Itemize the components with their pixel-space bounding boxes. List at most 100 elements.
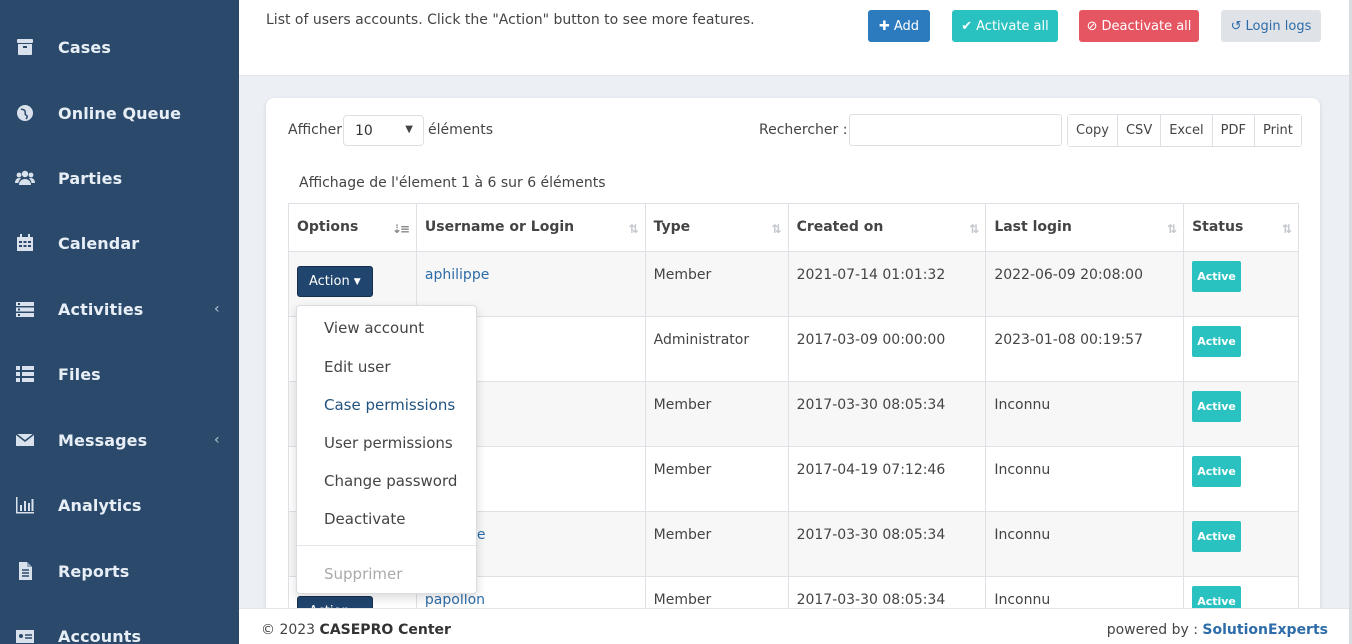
sidebar-item-label: Analytics xyxy=(58,495,142,515)
created-cell: 2017-04-19 07:12:46 xyxy=(787,446,987,512)
sidebar-item-reports[interactable]: Reports xyxy=(0,551,239,591)
status-badge: Active xyxy=(1192,521,1242,552)
chevron-left-icon: ‹ xyxy=(214,301,220,317)
created-cell: 2021-07-14 01:01:32 xyxy=(787,251,987,317)
archive-icon xyxy=(14,36,36,58)
menu-item-change-password[interactable]: Change password xyxy=(324,472,457,490)
sort-icon: ⇅ xyxy=(969,222,979,236)
sort-icon: ⇅ xyxy=(1281,222,1292,236)
chevron-down-icon: ▼ xyxy=(405,124,413,135)
deactivate-all-button[interactable]: ⊘ Deactivate all xyxy=(1079,10,1199,42)
last-login-cell: Inconnu xyxy=(985,381,1185,447)
footer-brand: CASEPRO Center xyxy=(319,622,451,638)
sidebar-item-calendar[interactable]: Calendar xyxy=(0,223,239,263)
tasks-icon xyxy=(14,298,36,320)
activate-all-button[interactable]: ✔ Activate all xyxy=(952,10,1058,42)
sidebar-item-label: Online Queue xyxy=(58,103,182,123)
created-cell: 2017-03-30 08:05:34 xyxy=(787,511,987,577)
status-badge: Active xyxy=(1192,261,1242,292)
history-icon: ↺ xyxy=(1230,18,1242,34)
sidebar-item-accounts[interactable]: Accounts xyxy=(0,616,239,644)
footer-copyright: © 2023 CASEPRO Center xyxy=(261,622,451,638)
login-logs-button[interactable]: ↺ Login logs xyxy=(1221,10,1321,42)
page-description: List of users accounts. Click the "Actio… xyxy=(266,12,755,28)
search-label: Rechercher : xyxy=(759,122,848,138)
menu-item-delete: Supprimer xyxy=(324,565,403,583)
sidebar-item-label: Messages xyxy=(58,430,148,450)
action-dropdown-menu: View account Edit user Case permissions … xyxy=(296,305,477,594)
status-cell: Active xyxy=(1183,251,1299,317)
type-cell: Member xyxy=(644,251,789,317)
sidebar-item-label: Parties xyxy=(58,168,123,188)
sidebar-item-parties[interactable]: Parties xyxy=(0,158,239,198)
excel-button[interactable]: Excel xyxy=(1161,115,1213,146)
sidebar-item-cases[interactable]: Cases xyxy=(0,27,239,67)
sidebar-item-label: Activities xyxy=(58,299,144,319)
caret-down-icon: ▼ xyxy=(353,276,361,287)
status-cell: Active xyxy=(1183,381,1299,447)
last-login-cell: 2023-01-08 00:19:57 xyxy=(985,316,1185,382)
menu-item-edit-user[interactable]: Edit user xyxy=(324,358,391,376)
list-icon xyxy=(14,363,36,385)
sidebar-item-messages[interactable]: Messages ‹ xyxy=(0,420,239,460)
column-header-status[interactable]: Status ⇅ xyxy=(1183,203,1299,252)
sidebar-item-label: Cases xyxy=(58,37,111,57)
username-link[interactable]: papollon xyxy=(425,592,485,608)
pdf-button[interactable]: PDF xyxy=(1212,115,1255,146)
footer: © 2023 CASEPRO Center powered by : Solut… xyxy=(239,608,1349,644)
page-length-select[interactable]: 10 ▼ xyxy=(343,115,424,146)
bar-chart-icon xyxy=(14,494,36,516)
sidebar: Cases Online Queue Parties Calendar Acti… xyxy=(0,0,239,644)
file-text-icon xyxy=(14,560,36,582)
column-header-type[interactable]: Type ⇅ xyxy=(644,203,789,252)
status-badge: Active xyxy=(1192,391,1242,422)
last-login-cell: Inconnu xyxy=(985,511,1185,577)
action-button[interactable]: Action▼ xyxy=(297,266,373,297)
ban-icon: ⊘ xyxy=(1086,18,1098,34)
menu-item-case-permissions[interactable]: Case permissions xyxy=(324,396,455,414)
page-length-prefix: Afficher xyxy=(288,122,343,138)
sidebar-item-label: Calendar xyxy=(58,233,140,253)
csv-button[interactable]: CSV xyxy=(1117,115,1162,146)
created-cell: 2017-03-30 08:05:34 xyxy=(787,381,987,447)
sidebar-item-label: Accounts xyxy=(58,626,142,644)
column-header-username[interactable]: Username or Login ⇅ xyxy=(415,203,646,252)
globe-icon xyxy=(14,102,36,124)
column-header-created-on[interactable]: Created on ⇅ xyxy=(787,203,987,252)
sort-icon: ⇅ xyxy=(771,222,782,236)
search-input[interactable] xyxy=(849,114,1062,146)
footer-powered-link[interactable]: SolutionExperts xyxy=(1202,622,1328,638)
sidebar-item-analytics[interactable]: Analytics xyxy=(0,485,239,525)
type-cell: Member xyxy=(644,446,789,512)
print-button[interactable]: Print xyxy=(1254,115,1301,146)
status-cell: Active xyxy=(1183,511,1299,577)
type-cell: Administrator xyxy=(644,316,789,382)
username-link[interactable]: e xyxy=(477,527,486,543)
sort-icon: ⇅ xyxy=(628,222,639,236)
status-cell: Active xyxy=(1183,446,1299,512)
add-button[interactable]: ✚ Add xyxy=(868,10,930,42)
sidebar-item-online-queue[interactable]: Online Queue xyxy=(0,93,239,133)
username-link[interactable]: aphilippe xyxy=(425,267,489,283)
sidebar-item-label: Files xyxy=(58,364,101,384)
check-icon: ✔ xyxy=(961,18,973,34)
column-header-last-login[interactable]: Last login ⇅ xyxy=(985,203,1185,252)
column-header-options[interactable]: Options ⇣≡ xyxy=(288,203,417,252)
menu-item-view-account[interactable]: View account xyxy=(324,319,424,337)
users-icon xyxy=(14,167,36,189)
plus-icon: ✚ xyxy=(878,18,890,34)
copy-button[interactable]: Copy xyxy=(1068,115,1118,146)
sidebar-item-label: Reports xyxy=(58,561,130,581)
sort-icon: ⇅ xyxy=(1167,222,1177,236)
status-badge: Active xyxy=(1192,326,1242,357)
page-header: List of users accounts. Click the "Actio… xyxy=(239,0,1349,76)
menu-item-deactivate[interactable]: Deactivate xyxy=(324,510,405,528)
page-length-suffix: éléments xyxy=(428,122,494,138)
sidebar-item-activities[interactable]: Activities ‹ xyxy=(0,289,239,329)
table-info: Affichage de l'élement 1 à 6 sur 6 éléme… xyxy=(299,175,606,191)
export-buttons: Copy CSV Excel PDF Print xyxy=(1067,114,1302,147)
sidebar-item-files[interactable]: Files xyxy=(0,354,239,394)
sort-desc-icon: ⇣≡ xyxy=(391,222,410,236)
calendar-icon xyxy=(14,232,36,254)
menu-item-user-permissions[interactable]: User permissions xyxy=(324,434,453,452)
